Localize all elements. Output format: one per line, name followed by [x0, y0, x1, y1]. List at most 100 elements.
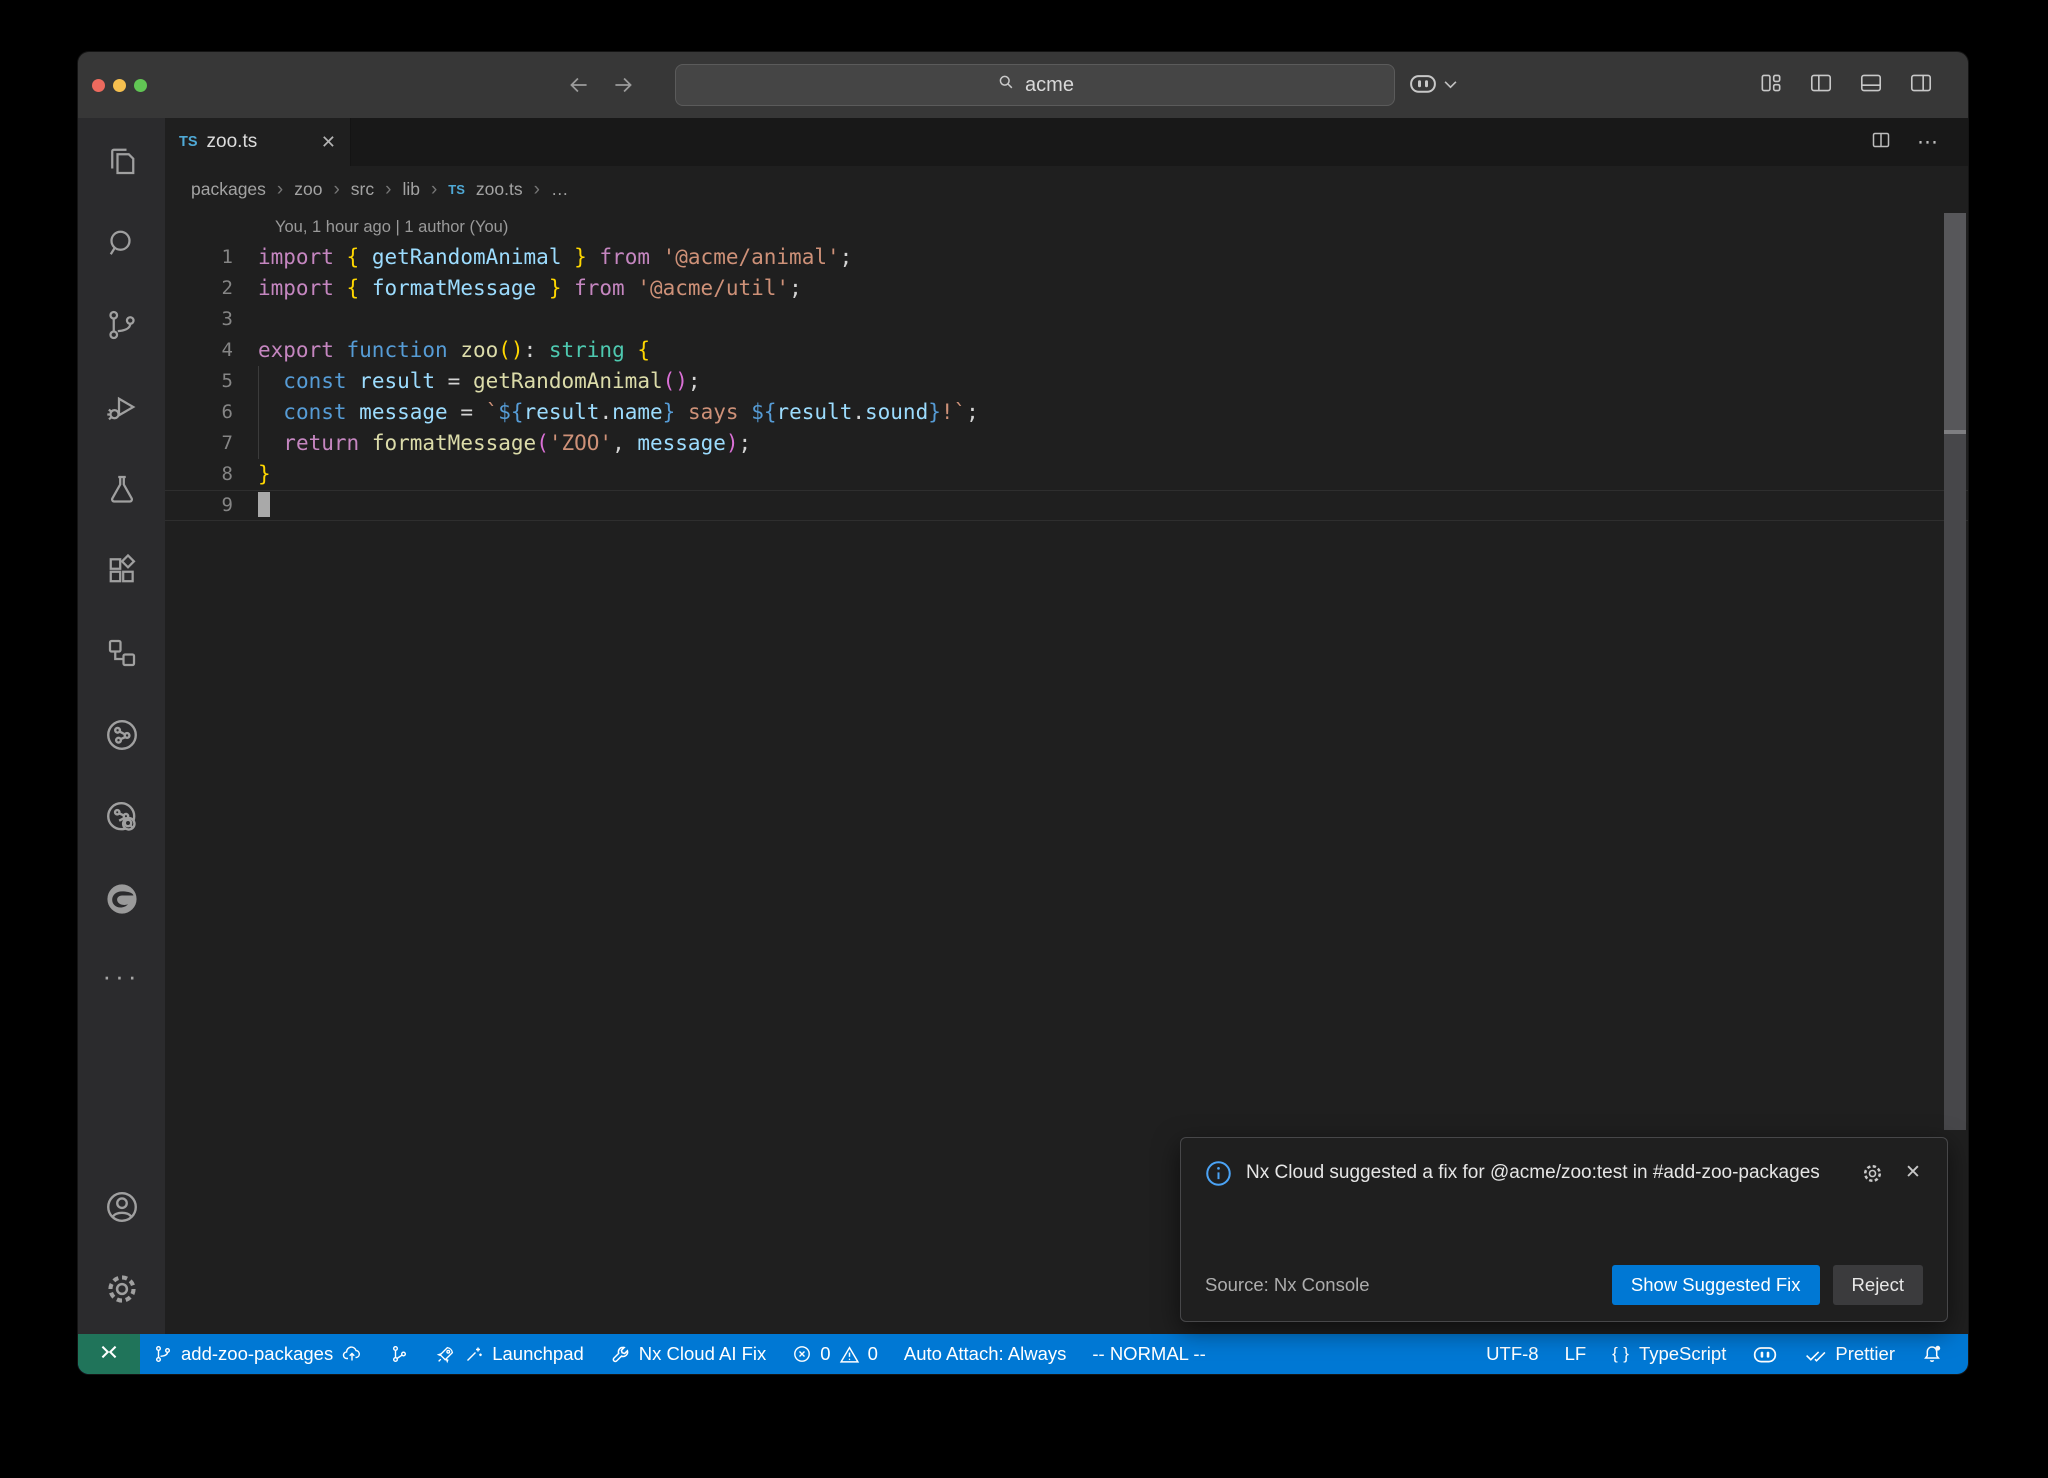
- close-window-button[interactable]: [92, 79, 105, 92]
- git-graph-icon: [389, 1344, 409, 1364]
- line-number: 1: [165, 242, 233, 273]
- go-back-icon[interactable]: [566, 72, 592, 98]
- tab-label: zoo.ts: [207, 131, 258, 153]
- tab-zoo-ts[interactable]: TS zoo.ts ✕: [165, 118, 351, 166]
- breadcrumb-separator: ›: [277, 179, 283, 201]
- eol-item[interactable]: LF: [1552, 1334, 1600, 1374]
- code-line[interactable]: 1import { getRandomAnimal } from '@acme/…: [165, 242, 1968, 273]
- split-editor-icon[interactable]: [1869, 128, 1893, 157]
- breadcrumb-item[interactable]: lib: [402, 179, 420, 200]
- chevron-down-icon: [1444, 76, 1457, 94]
- accounts-icon[interactable]: [78, 1166, 165, 1248]
- info-icon: [1205, 1158, 1232, 1192]
- search-icon: [996, 72, 1016, 98]
- errors-icon: [792, 1344, 812, 1364]
- code-line[interactable]: 8}: [165, 459, 1968, 490]
- remote-indicator[interactable]: [78, 1334, 140, 1374]
- line-number: 2: [165, 273, 233, 304]
- line-number: 3: [165, 304, 233, 335]
- editor-scrollbar[interactable]: [1944, 213, 1966, 430]
- additional-views-icon[interactable]: ···: [78, 940, 165, 1012]
- git-branch-icon: [153, 1344, 173, 1364]
- git-graph-item[interactable]: [376, 1334, 422, 1374]
- git-blame-annotation[interactable]: You, 1 hour ago | 1 author (You): [165, 213, 1968, 242]
- show-suggested-fix-button[interactable]: Show Suggested Fix: [1612, 1265, 1820, 1305]
- code-line[interactable]: 9: [165, 490, 1968, 521]
- prettier-item[interactable]: Prettier: [1791, 1334, 1908, 1374]
- vim-mode-item[interactable]: -- NORMAL --: [1079, 1334, 1218, 1374]
- line-content: [233, 304, 258, 335]
- nx-cloud-ai-fix-label: Nx Cloud AI Fix: [639, 1343, 767, 1365]
- traffic-lights: [92, 52, 147, 118]
- explorer-icon[interactable]: [78, 120, 165, 202]
- notification-settings-gear-icon[interactable]: [1860, 1161, 1885, 1191]
- minimize-window-button[interactable]: [113, 79, 126, 92]
- code-line[interactable]: 7 return formatMessage('ZOO', message);: [165, 428, 1968, 459]
- line-content: export function zoo(): string {: [233, 335, 650, 366]
- editor-scrollbar-track[interactable]: [1944, 434, 1966, 1130]
- zoom-window-button[interactable]: [134, 79, 147, 92]
- customize-layout-icon[interactable]: [1758, 70, 1784, 101]
- command-center-search[interactable]: acme: [675, 64, 1395, 106]
- edge-browser-icon[interactable]: [78, 858, 165, 940]
- warnings-count: 0: [868, 1343, 878, 1365]
- remote-icon: [97, 1340, 121, 1369]
- typescript-file-icon: TS: [448, 182, 465, 197]
- settings-gear-icon[interactable]: [78, 1248, 165, 1330]
- activity-bar: ···: [78, 118, 165, 1334]
- code-line[interactable]: 5 const result = getRandomAnimal();: [165, 366, 1968, 397]
- testing-icon[interactable]: [78, 448, 165, 530]
- line-content: [233, 491, 270, 520]
- tab-bar: TS zoo.ts ✕ ⋯: [165, 118, 1968, 166]
- source-control-icon[interactable]: [78, 284, 165, 366]
- breadcrumb-item[interactable]: packages: [191, 179, 266, 200]
- reject-button[interactable]: Reject: [1833, 1265, 1923, 1305]
- breadcrumb-file[interactable]: zoo.ts: [476, 179, 523, 200]
- line-number: 4: [165, 335, 233, 366]
- bell-dot-icon: [1921, 1343, 1943, 1365]
- cloud-upload-icon: [341, 1343, 363, 1365]
- nx-console-icon[interactable]: [78, 694, 165, 776]
- project-structure-icon[interactable]: [78, 612, 165, 694]
- toggle-secondary-sidebar-icon[interactable]: [1908, 70, 1934, 101]
- breadcrumb-item[interactable]: src: [351, 179, 374, 200]
- notification-toast: Nx Cloud suggested a fix for @acme/zoo:t…: [1180, 1137, 1948, 1322]
- language-mode-item[interactable]: { } TypeScript: [1599, 1334, 1739, 1374]
- notifications-bell-item[interactable]: [1908, 1334, 1956, 1374]
- code-line[interactable]: 2import { formatMessage } from '@acme/ut…: [165, 273, 1968, 304]
- line-number: 6: [165, 397, 233, 428]
- breadcrumb-item[interactable]: zoo: [294, 179, 322, 200]
- breadcrumb-overflow[interactable]: …: [551, 179, 569, 200]
- editor-more-actions-icon[interactable]: ⋯: [1917, 130, 1940, 155]
- wand-icon: [464, 1344, 484, 1364]
- prettier-label: Prettier: [1835, 1343, 1895, 1365]
- copilot-menu-button[interactable]: [1408, 52, 1457, 118]
- go-forward-icon[interactable]: [610, 72, 636, 98]
- line-content: }: [233, 459, 271, 490]
- extensions-icon[interactable]: [78, 530, 165, 612]
- notification-close-icon[interactable]: ✕: [1905, 1161, 1921, 1184]
- toggle-panel-icon[interactable]: [1858, 70, 1884, 101]
- screen-background: acme: [0, 0, 2048, 1478]
- line-content: const message = `${result.name} says ${r…: [233, 397, 979, 428]
- encoding-item[interactable]: UTF-8: [1473, 1334, 1551, 1374]
- breadcrumb-separator: ›: [385, 179, 391, 201]
- notification-message: Nx Cloud suggested a fix for @acme/zoo:t…: [1246, 1158, 1846, 1192]
- nx-cloud-ai-fix-item[interactable]: Nx Cloud AI Fix: [597, 1334, 780, 1374]
- auto-attach-item[interactable]: Auto Attach: Always: [891, 1334, 1079, 1374]
- launchpad-item[interactable]: Launchpad: [422, 1334, 597, 1374]
- warnings-icon: [839, 1344, 860, 1365]
- copilot-status-item[interactable]: [1739, 1334, 1791, 1374]
- problems-item[interactable]: 0 0: [779, 1334, 891, 1374]
- git-branch-item[interactable]: add-zoo-packages: [140, 1334, 376, 1374]
- nx-cloud-icon[interactable]: [78, 776, 165, 858]
- code-line[interactable]: 3: [165, 304, 1968, 335]
- toggle-primary-sidebar-icon[interactable]: [1808, 70, 1834, 101]
- search-view-icon[interactable]: [78, 202, 165, 284]
- launchpad-label: Launchpad: [492, 1343, 584, 1365]
- run-and-debug-icon[interactable]: [78, 366, 165, 448]
- tab-close-icon[interactable]: ✕: [321, 132, 336, 153]
- breadcrumb-separator: ›: [333, 179, 339, 201]
- code-line[interactable]: 4export function zoo(): string {: [165, 335, 1968, 366]
- code-line[interactable]: 6 const message = `${result.name} says $…: [165, 397, 1968, 428]
